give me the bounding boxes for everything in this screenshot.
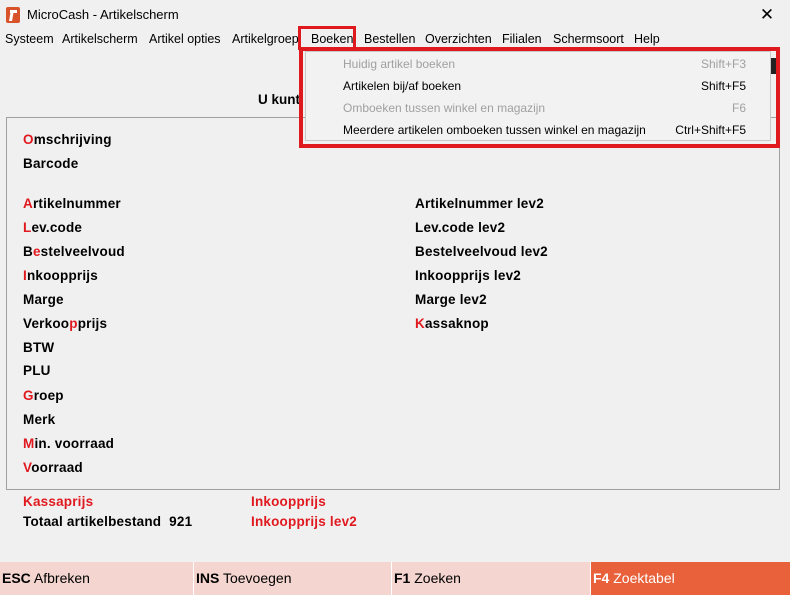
- field-plu[interactable]: PLU: [23, 363, 51, 378]
- menu-artikelscherm[interactable]: Artikelscherm: [62, 32, 138, 46]
- inkoopprijs-lev2-summary: Inkoopprijs lev2: [251, 514, 357, 529]
- article-fields-panel: [6, 117, 780, 490]
- dropdown-highlight-box: [299, 47, 780, 148]
- info-text: U kunt: [258, 92, 300, 107]
- key-label: INS: [196, 570, 220, 586]
- function-key-bar: ESC Afbreken INS Toevoegen F1 Zoeken F4 …: [0, 562, 790, 595]
- kassaprijs-label: Kassaprijs: [23, 494, 94, 509]
- ins-toevoegen-button[interactable]: INS Toevoegen: [194, 562, 392, 595]
- hotkey-letter: p: [69, 316, 78, 331]
- window-title: MicroCash - Artikelscherm: [27, 7, 179, 22]
- menu-systeem[interactable]: Systeem: [5, 32, 54, 46]
- field-label: Verkoo: [23, 316, 70, 331]
- hotkey-letter: e: [32, 244, 41, 259]
- field-label: rtikelnummer: [32, 196, 121, 211]
- field-label: assaknop: [424, 316, 489, 331]
- totaal-label: Totaal artikelbestand: [23, 514, 162, 529]
- field-label: oorraad: [31, 460, 83, 475]
- microcash-logo-icon: [6, 7, 20, 23]
- field-levcode[interactable]: Lev.code: [23, 220, 82, 235]
- field-min-voorraad[interactable]: Min. voorraad: [23, 436, 114, 451]
- menu-help[interactable]: Help: [634, 32, 660, 46]
- title-bar: MicroCash - Artikelscherm ✕: [0, 0, 790, 30]
- field-barcode[interactable]: Barcode: [23, 156, 78, 171]
- field-artikelnummer[interactable]: Artikelnummer: [23, 196, 121, 211]
- field-label: mschrijving: [33, 132, 112, 147]
- button-label: Toevoegen: [222, 570, 292, 586]
- field-label: stelveelvoud: [40, 244, 125, 259]
- menu-overzichten[interactable]: Overzichten: [425, 32, 492, 46]
- inkoopprijs-summary: Inkoopprijs: [251, 494, 326, 509]
- button-label: Afbreken: [33, 570, 90, 586]
- key-label: ESC: [2, 570, 31, 586]
- field-marge-lev2[interactable]: Marge lev2: [415, 292, 487, 307]
- field-label: B: [23, 244, 33, 259]
- hotkey-letter: K: [415, 316, 425, 331]
- field-omschrijving[interactable]: Omschrijving: [23, 132, 112, 147]
- field-label: ev.code: [31, 220, 83, 235]
- field-label: in. voorraad: [34, 436, 115, 451]
- f1-zoeken-button[interactable]: F1 Zoeken: [392, 562, 591, 595]
- field-bestelveelvoud-lev2[interactable]: Bestelveelvoud lev2: [415, 244, 548, 259]
- esc-afbreken-button[interactable]: ESC Afbreken: [0, 562, 194, 595]
- field-bestelveelvoud[interactable]: Bestelveelvoud: [23, 244, 125, 259]
- button-label: Zoeken: [414, 570, 461, 586]
- totaal-value: 921: [169, 514, 193, 529]
- hotkey-letter: A: [23, 196, 33, 211]
- field-artikelnummer-lev2[interactable]: Artikelnummer lev2: [415, 196, 544, 211]
- button-label: Zoektabel: [613, 570, 675, 586]
- menu-bestellen[interactable]: Bestellen: [364, 32, 415, 46]
- close-button[interactable]: ✕: [744, 0, 790, 30]
- f4-zoektabel-button[interactable]: F4 Zoektabel: [591, 562, 790, 595]
- field-marge[interactable]: Marge: [23, 292, 64, 307]
- hotkey-letter: V: [23, 460, 32, 475]
- field-verkoopprijs[interactable]: Verkoopprijs: [23, 316, 107, 331]
- field-voorraad[interactable]: Voorraad: [23, 460, 83, 475]
- key-label: F1: [394, 570, 411, 586]
- field-groep[interactable]: Groep: [23, 388, 64, 403]
- menu-artikel-opties[interactable]: Artikel opties: [149, 32, 221, 46]
- field-merk[interactable]: Merk: [23, 412, 55, 427]
- field-label: nkoopprijs: [26, 268, 98, 283]
- field-kassaknop[interactable]: Kassaknop: [415, 316, 489, 331]
- totaal-artikelbestand: Totaal artikelbestand 921: [23, 514, 192, 529]
- field-label: prijs: [77, 316, 108, 331]
- hotkey-letter: O: [23, 132, 34, 147]
- field-inkoopprijs[interactable]: Inkoopprijs: [23, 268, 98, 283]
- menu-artikelgroep[interactable]: Artikelgroep: [232, 32, 299, 46]
- hotkey-letter: M: [23, 436, 35, 451]
- field-inkoopprijs-lev2[interactable]: Inkoopprijs lev2: [415, 268, 521, 283]
- field-levcode-lev2[interactable]: Lev.code lev2: [415, 220, 505, 235]
- menu-filialen[interactable]: Filialen: [502, 32, 542, 46]
- field-btw[interactable]: BTW: [23, 340, 54, 355]
- field-label: roep: [33, 388, 64, 403]
- menu-schermsoort[interactable]: Schermsoort: [553, 32, 624, 46]
- key-label: F4: [593, 570, 610, 586]
- hotkey-letter: G: [23, 388, 34, 403]
